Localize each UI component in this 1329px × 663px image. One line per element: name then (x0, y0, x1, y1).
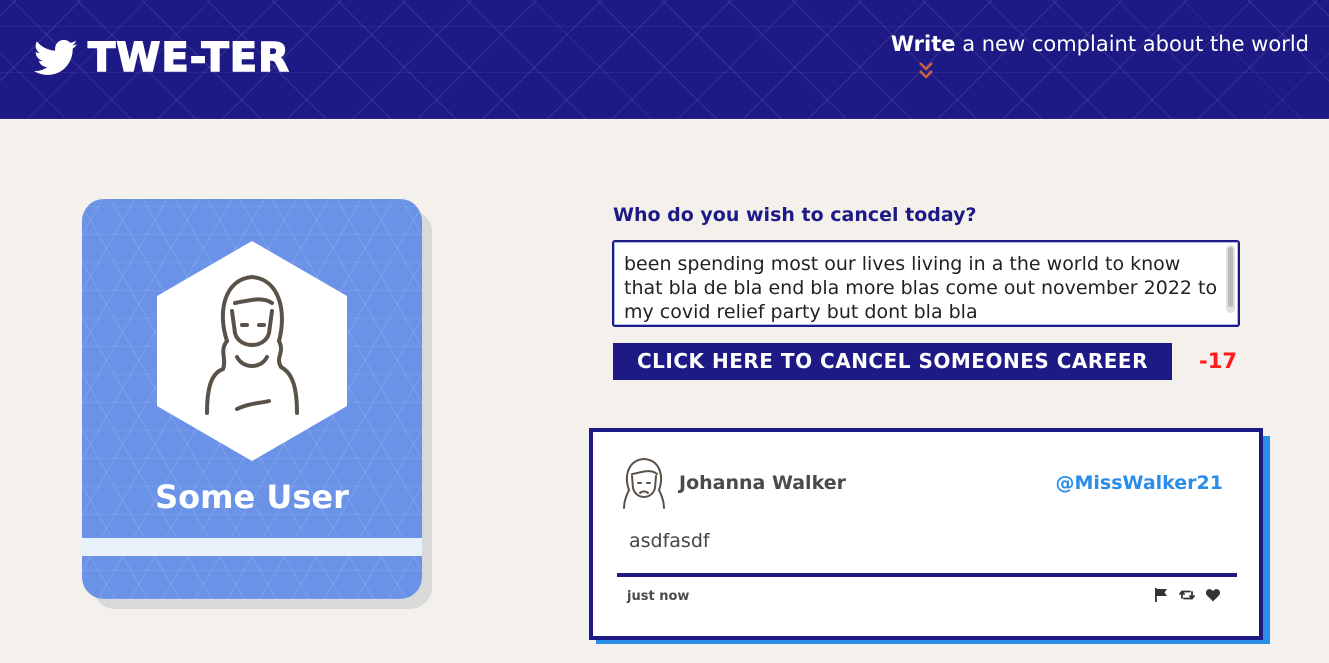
retweet-icon[interactable] (1179, 587, 1195, 603)
character-counter: -17 (1199, 349, 1237, 373)
tweet-author-name: Johanna Walker (679, 472, 846, 494)
tweet-divider (617, 573, 1237, 577)
tweet-body: asdfasdf (629, 530, 710, 552)
twitter-bird-icon (34, 39, 78, 75)
flag-icon[interactable] (1153, 587, 1169, 603)
user-avatar-icon (623, 458, 665, 509)
heart-icon[interactable] (1205, 587, 1221, 603)
double-chevron-down-icon[interactable] (918, 60, 934, 80)
tweet-textarea-text: been spending most our lives living in a… (624, 253, 1218, 323)
compose-label: Who do you wish to cancel today? (613, 204, 977, 226)
profile-card-divider (82, 538, 422, 556)
submit-tweet-button[interactable]: CLICK HERE TO CANCEL SOMEONES CAREER (613, 343, 1172, 380)
profile-card: Some User (82, 199, 422, 599)
tweet-author-handle[interactable]: @MissWalker21 (1056, 472, 1223, 494)
profile-name: Some User (155, 478, 349, 516)
tweet-textarea[interactable]: been spending most our lives living in a… (612, 240, 1240, 327)
tweet-card: Johanna Walker @MissWalker21 asdfasdf ju… (589, 428, 1263, 640)
compose-toggle-bold: Write (890, 32, 956, 56)
tweet-timestamp: just now (627, 589, 690, 604)
textarea-scrollbar-thumb[interactable] (1228, 247, 1233, 307)
brand-name: TWE-TER (87, 35, 290, 81)
brand[interactable]: TWE-TER (34, 35, 290, 81)
tweet-actions (1153, 587, 1221, 603)
navbar: TWE-TER Write a new complaint about the … (0, 0, 1329, 119)
compose-toggle[interactable]: Write a new complaint about the world (891, 32, 1309, 56)
profile-avatar (157, 241, 347, 461)
compose-toggle-text: a new complaint about the world (955, 32, 1309, 56)
